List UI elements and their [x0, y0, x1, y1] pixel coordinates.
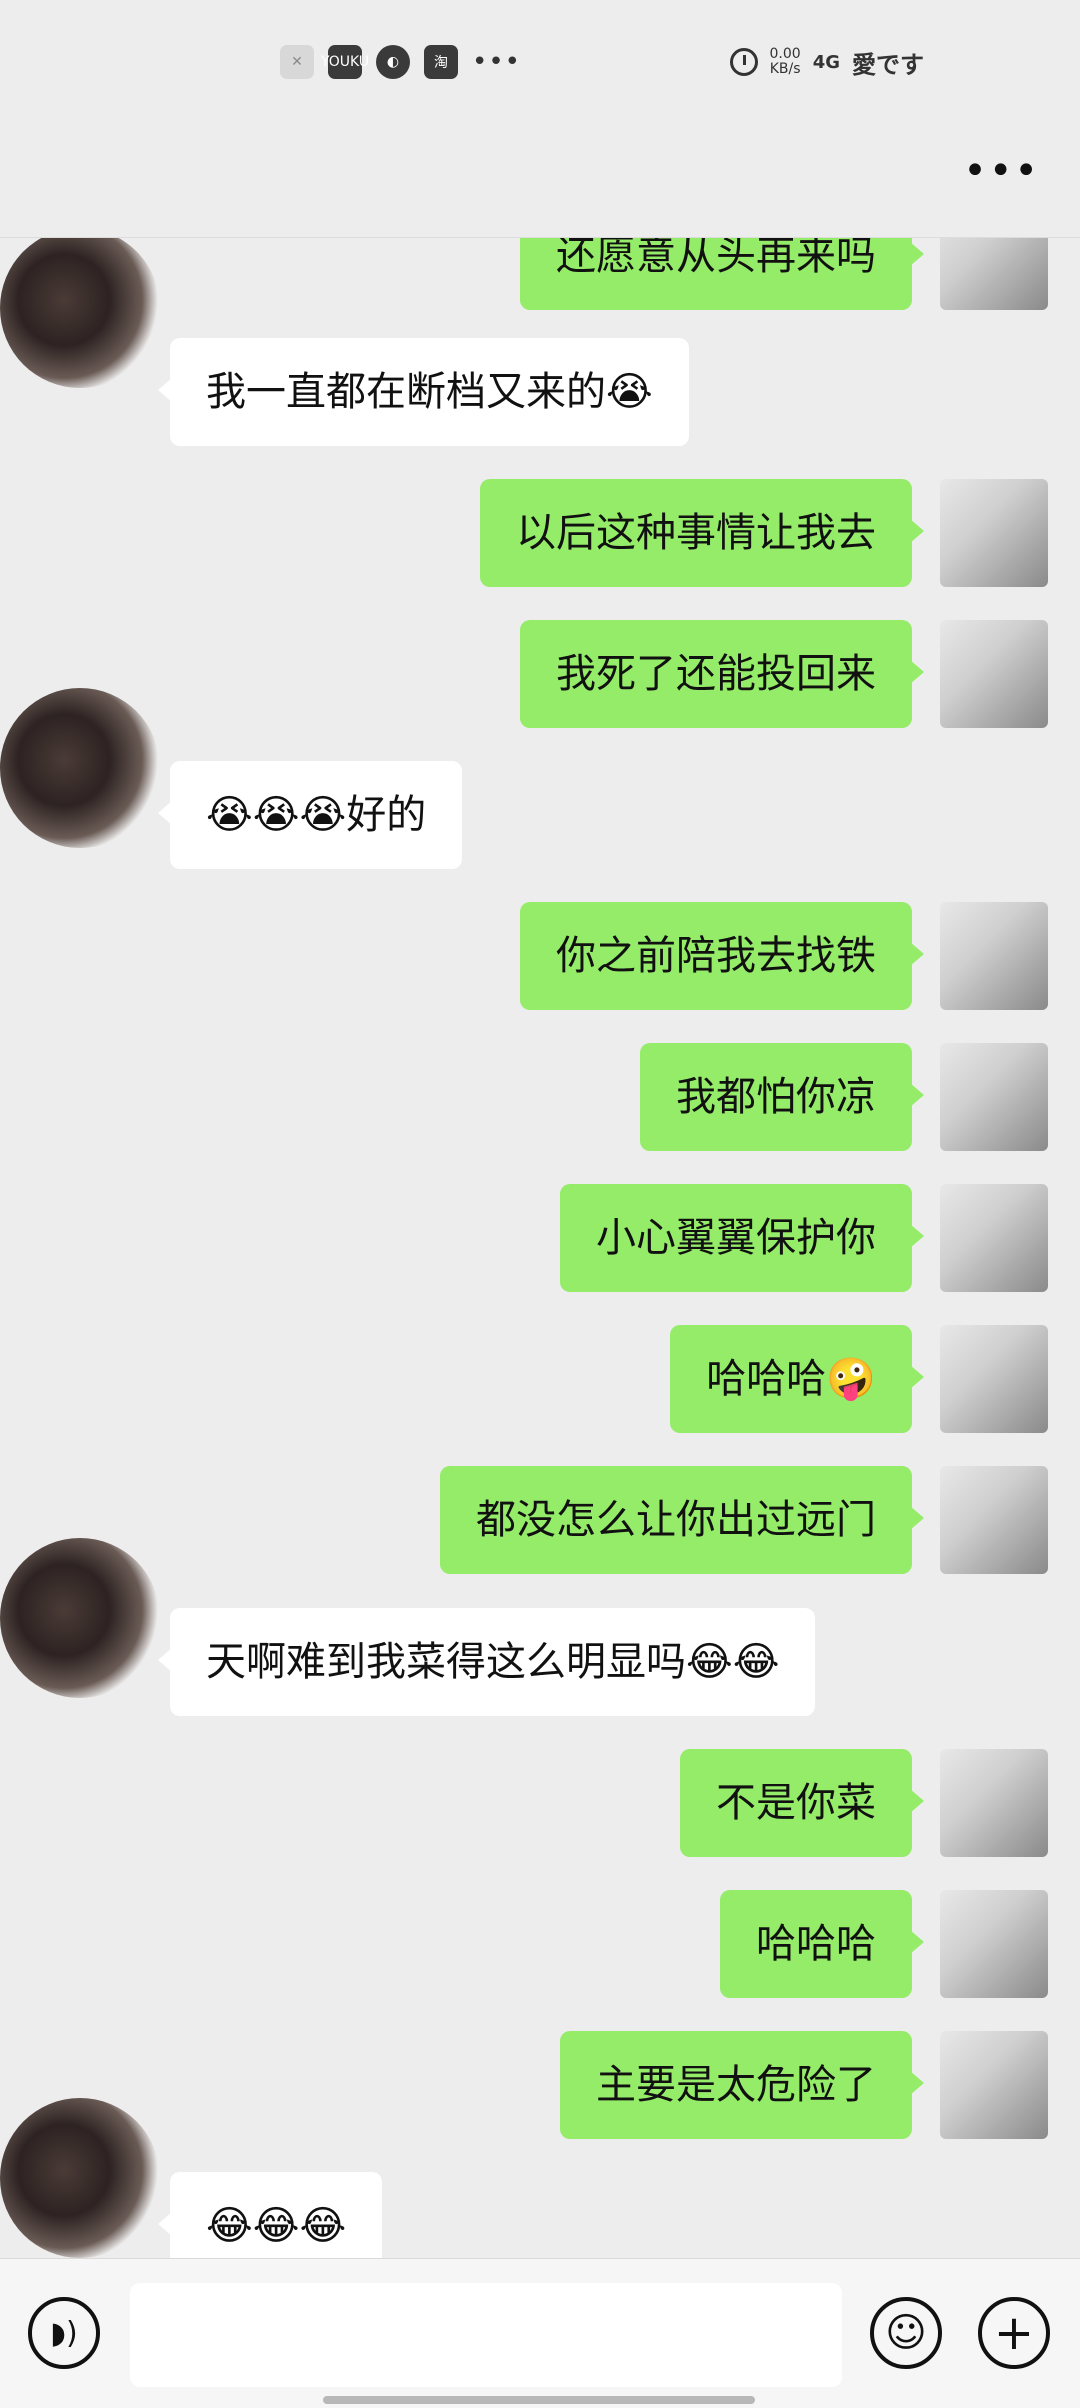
message-bubble[interactable]: 😭😭😭好的 — [157, 761, 463, 869]
netease-music-icon: ◐ — [376, 45, 410, 79]
message-bubble[interactable]: 小心翼翼保护你 — [560, 1184, 924, 1292]
my-avatar[interactable] — [940, 902, 1048, 1010]
my-avatar[interactable] — [940, 1184, 1048, 1292]
message-bubble[interactable]: 我都怕你凉 — [640, 1043, 924, 1151]
message-bubble[interactable]: 哈哈哈 — [720, 1890, 924, 1998]
notification-icons: ✕ YOUKU ◐ 淘 ••• — [280, 42, 521, 82]
contact-avatar[interactable] — [0, 688, 160, 848]
message-bubble[interactable]: 以后这种事情让我去 — [480, 479, 924, 587]
emoji-icon[interactable]: ☺ — [870, 2297, 942, 2369]
my-avatar[interactable] — [940, 479, 1048, 587]
contact-avatar[interactable] — [0, 1538, 160, 1698]
network-speed-value: 0.00 — [769, 46, 801, 62]
message-bubble[interactable]: 我一直都在断档又来的😭 — [158, 338, 689, 446]
my-avatar[interactable] — [940, 1043, 1048, 1151]
status-bar: ✕ YOUKU ◐ 淘 ••• 0.00 KB/s 4G 愛です — [0, 0, 1080, 120]
more-options-icon[interactable]: ••• — [963, 148, 1040, 194]
plus-icon[interactable]: + — [978, 2297, 1050, 2369]
youku-icon: YOUKU — [321, 45, 369, 79]
taobao-icon: 淘 — [424, 45, 458, 79]
message-bubble[interactable]: 哈哈哈🤪 — [670, 1325, 924, 1433]
status-right: 0.00 KB/s 4G 愛です — [729, 42, 924, 82]
message-bubble[interactable]: 天啊难到我菜得这么明显吗😂😂 — [157, 1608, 816, 1716]
carrier-name: 愛です — [852, 50, 924, 79]
message-bubble[interactable]: 😂😂😂 — [157, 2172, 383, 2258]
muted-app-icon: ✕ — [280, 45, 314, 79]
message-list[interactable]: 还愿意从头再来吗 我一直都在断档又来的😭 以后这种事情让我去 我死了还能投回来 … — [0, 238, 1080, 2258]
message-bubble[interactable]: 主要是太危险了 — [560, 2031, 924, 2139]
input-bar: ◗) ☺ + — [0, 2258, 1080, 2408]
my-avatar[interactable] — [940, 1749, 1048, 1857]
network-speed: 0.00 KB/s — [770, 47, 801, 77]
chat-header: ••• — [0, 120, 1080, 238]
more-notifications-icon: ••• — [472, 47, 522, 77]
alarm-clock-icon — [729, 48, 758, 76]
message-bubble[interactable]: 都没怎么让你出过远门 — [440, 1466, 924, 1574]
my-avatar[interactable] — [940, 1325, 1048, 1433]
contact-avatar[interactable] — [0, 238, 160, 388]
contact-avatar[interactable] — [0, 2098, 160, 2258]
message-bubble[interactable]: 不是你菜 — [680, 1749, 924, 1857]
network-type: 4G — [812, 51, 840, 73]
message-input[interactable] — [130, 2283, 842, 2387]
message-bubble[interactable]: 你之前陪我去找铁 — [520, 902, 924, 1010]
message-bubble[interactable]: 我死了还能投回来 — [520, 620, 924, 728]
home-indicator[interactable] — [323, 2396, 755, 2404]
my-avatar[interactable] — [940, 1466, 1048, 1574]
my-avatar[interactable] — [940, 2031, 1048, 2139]
network-speed-unit: KB/s — [769, 61, 801, 77]
message-bubble[interactable]: 还愿意从头再来吗 — [520, 238, 924, 310]
my-avatar[interactable] — [940, 238, 1048, 310]
my-avatar[interactable] — [940, 620, 1048, 728]
voice-icon[interactable]: ◗) — [28, 2297, 100, 2369]
my-avatar[interactable] — [940, 1890, 1048, 1998]
